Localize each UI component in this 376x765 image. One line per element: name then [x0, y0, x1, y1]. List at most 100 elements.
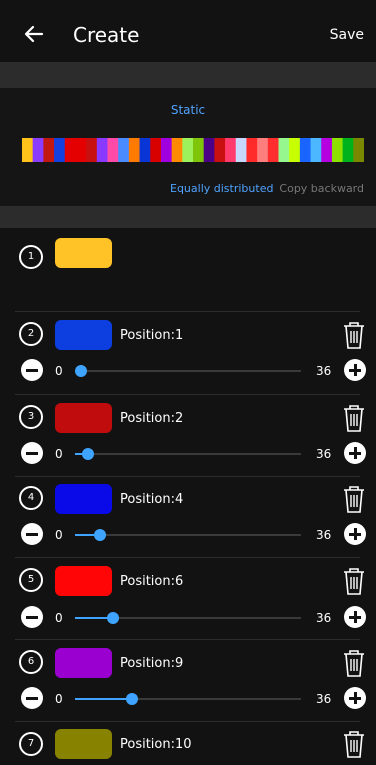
color-item-4: 4 Position:4 0 36 — [0, 484, 376, 556]
strip-segment — [150, 138, 162, 162]
strip-segment — [118, 138, 130, 162]
position-slider[interactable] — [75, 529, 301, 541]
strip-segment — [289, 138, 301, 162]
divider — [15, 394, 360, 395]
slider-min-label: 0 — [55, 364, 63, 378]
trash-icon[interactable] — [341, 484, 367, 514]
increase-button[interactable] — [344, 687, 366, 709]
mode-label[interactable]: Static — [0, 103, 376, 117]
slider-max-label: 36 — [316, 692, 332, 706]
position-slider[interactable] — [75, 612, 301, 624]
trash-icon[interactable] — [341, 566, 367, 596]
divider — [15, 557, 360, 558]
strip-segment — [321, 138, 333, 162]
page-title: Create — [73, 23, 140, 47]
copy-backward-button[interactable]: Copy backward — [279, 182, 364, 195]
color-swatch[interactable] — [55, 566, 112, 596]
position-label: Position:9 — [120, 656, 184, 671]
strip-segment — [75, 138, 87, 162]
increase-button[interactable] — [344, 523, 366, 545]
decrease-button[interactable] — [21, 523, 43, 545]
position-label: Position:1 — [120, 328, 184, 343]
color-swatch[interactable] — [55, 320, 112, 350]
slider-min-label: 0 — [55, 611, 63, 625]
strip-segment — [139, 138, 151, 162]
mid-divider-band — [0, 206, 376, 228]
strip-segment — [278, 138, 290, 162]
slider-max-label: 36 — [316, 611, 332, 625]
slider-min-label: 0 — [55, 692, 63, 706]
color-item-5: 5 Position:6 0 36 — [0, 566, 376, 638]
back-arrow-icon[interactable] — [22, 22, 46, 46]
strip-segment — [160, 138, 173, 162]
strip-segment — [128, 138, 141, 162]
position-slider[interactable] — [75, 693, 301, 705]
divider — [15, 476, 360, 477]
item-number-badge: 1 — [19, 245, 43, 269]
strip-segment — [107, 138, 119, 162]
decrease-button[interactable] — [21, 442, 43, 464]
color-item-3: 3 Position:2 0 36 — [0, 403, 376, 475]
strip-segment — [331, 138, 344, 162]
position-slider[interactable] — [75, 365, 301, 377]
color-swatch[interactable] — [55, 484, 112, 514]
strip-segment — [193, 138, 205, 162]
strip-segment — [64, 138, 77, 162]
top-divider-band — [0, 62, 376, 88]
strip-segment — [214, 138, 226, 162]
item-number-badge: 4 — [19, 486, 43, 510]
color-swatch[interactable] — [55, 238, 112, 268]
trash-icon[interactable] — [341, 729, 367, 759]
increase-button[interactable] — [344, 359, 366, 381]
color-swatch[interactable] — [55, 403, 112, 433]
strip-segment — [246, 138, 258, 162]
slider-max-label: 36 — [316, 364, 332, 378]
color-swatch[interactable] — [55, 648, 112, 678]
position-label: Position:4 — [120, 492, 184, 507]
divider — [15, 311, 360, 312]
increase-button[interactable] — [344, 442, 366, 464]
color-item-2: 2 Position:1 0 36 — [0, 320, 376, 392]
strip-segment — [171, 138, 183, 162]
strip-segment — [182, 138, 194, 162]
item-number-badge: 6 — [19, 650, 43, 674]
save-button[interactable]: Save — [330, 26, 364, 44]
item-number-badge: 3 — [19, 405, 43, 429]
trash-icon[interactable] — [341, 403, 367, 433]
strip-segment — [22, 138, 34, 162]
strip-segment — [299, 138, 312, 162]
strip-segment — [225, 138, 237, 162]
strip-segment — [32, 138, 44, 162]
slider-min-label: 0 — [55, 447, 63, 461]
strip-segment — [235, 138, 248, 162]
strip-segment — [310, 138, 322, 162]
strip-segment — [43, 138, 55, 162]
color-item-6: 6 Position:9 0 36 — [0, 648, 376, 720]
color-item-7: 7 Position:10 — [0, 729, 376, 765]
position-label: Position:6 — [120, 574, 184, 589]
equally-distributed-button[interactable]: Equally distributed — [170, 182, 273, 195]
position-slider[interactable] — [75, 448, 301, 460]
decrease-button[interactable] — [21, 359, 43, 381]
app-header: Create Save — [0, 0, 376, 62]
decrease-button[interactable] — [21, 687, 43, 709]
color-swatch[interactable] — [55, 729, 112, 759]
position-label: Position:2 — [120, 411, 184, 426]
decrease-button[interactable] — [21, 606, 43, 628]
item-number-badge: 2 — [19, 322, 43, 346]
trash-icon[interactable] — [341, 320, 367, 350]
strip-segment — [54, 138, 66, 162]
position-label: Position:10 — [120, 737, 192, 752]
strip-segment — [257, 138, 269, 162]
item-number-badge: 7 — [19, 732, 43, 756]
color-item-1: 1 — [0, 228, 376, 308]
divider — [15, 721, 360, 722]
strip-segment — [267, 138, 280, 162]
slider-max-label: 36 — [316, 447, 332, 461]
trash-icon[interactable] — [341, 648, 367, 678]
divider — [15, 639, 360, 640]
strip-segment — [96, 138, 109, 162]
slider-min-label: 0 — [55, 528, 63, 542]
increase-button[interactable] — [344, 606, 366, 628]
color-strip-preview — [22, 138, 364, 162]
